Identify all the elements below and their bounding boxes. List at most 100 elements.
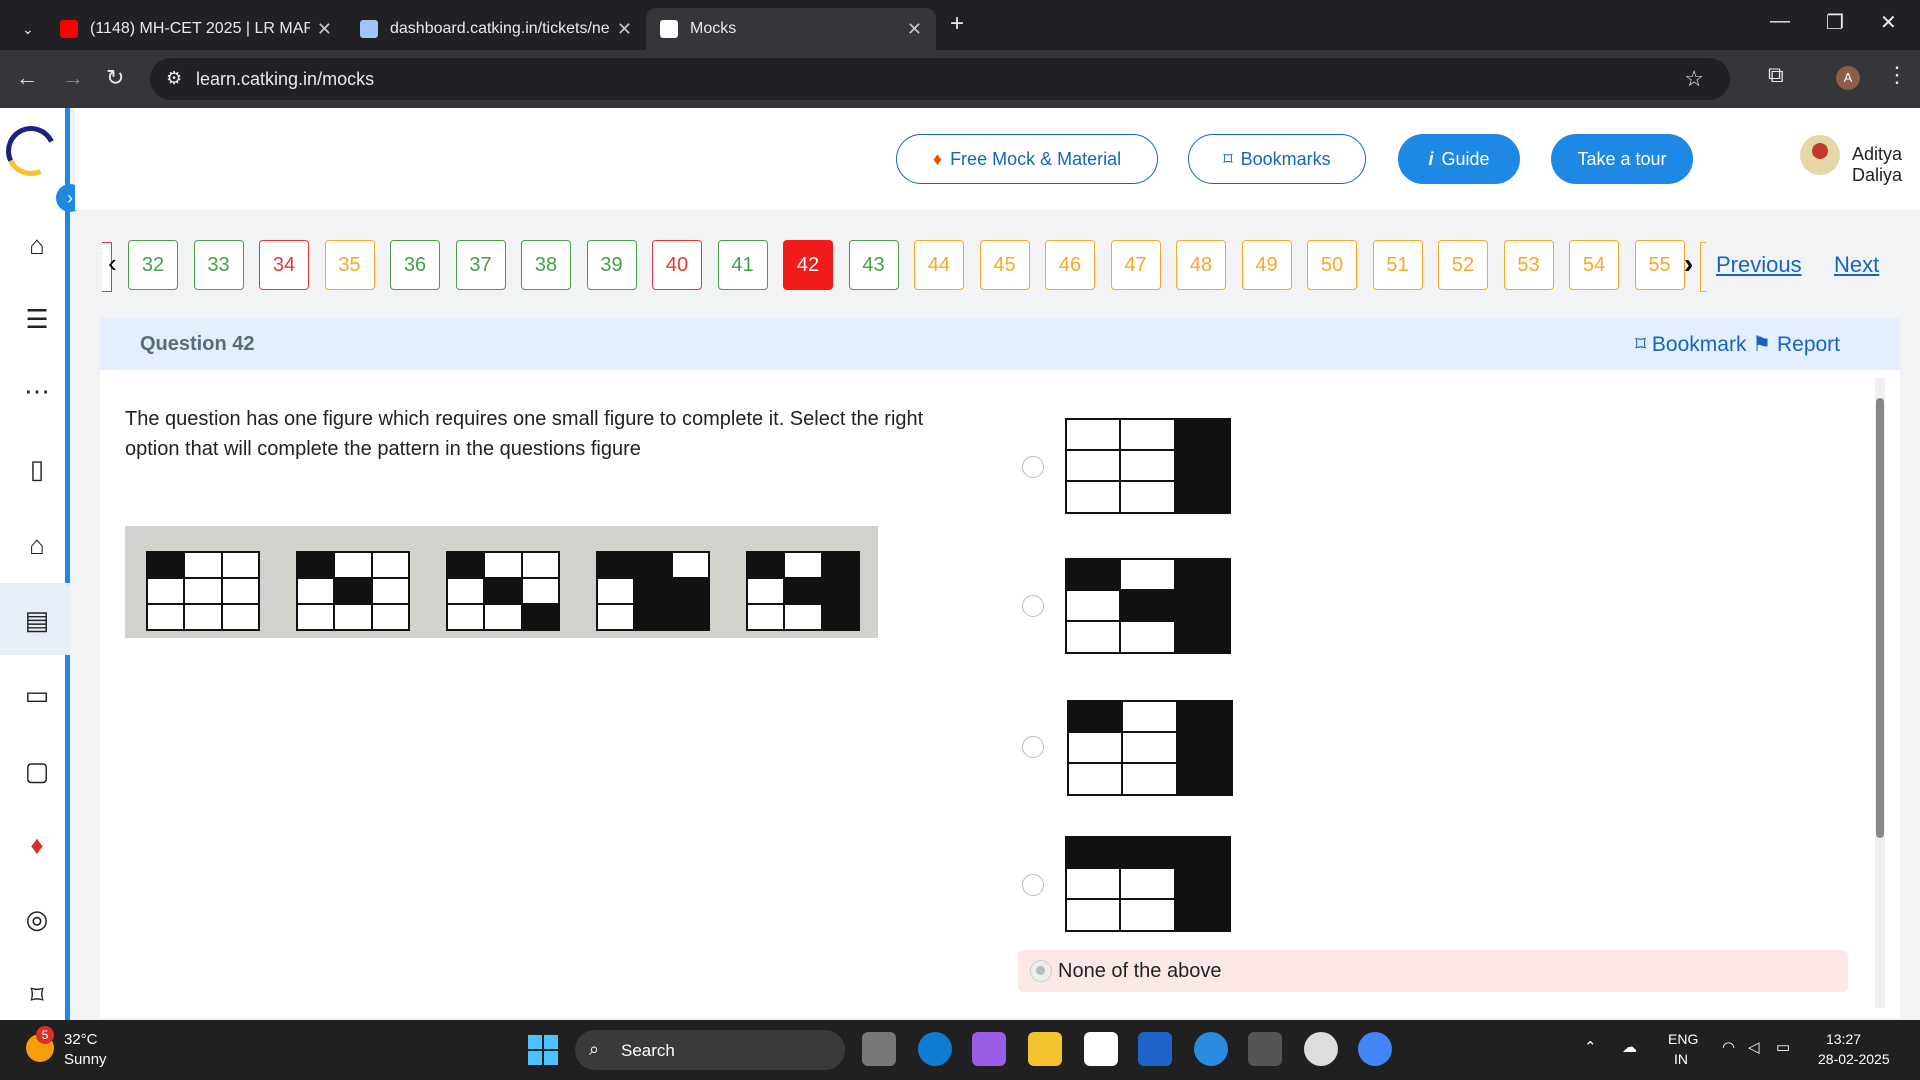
user-name[interactable]: Aditya Daliya [1852, 144, 1920, 186]
windows-start-icon[interactable] [528, 1035, 558, 1065]
question-number-53[interactable]: 53 [1503, 240, 1554, 290]
question-number-47[interactable]: 47 [1110, 240, 1161, 290]
option-c-radio[interactable] [1022, 736, 1044, 758]
question-number-55[interactable]: 55 [1634, 240, 1685, 290]
diya-icon[interactable]: ♦ [22, 830, 52, 860]
tab-youtube[interactable]: (1148) MH-CET 2025 | LR MARA ✕ [46, 8, 346, 50]
language-label[interactable]: ENG [1668, 1031, 1698, 1047]
url-bar[interactable]: ⚙ learn.catking.in/mocks ☆ [150, 58, 1730, 100]
scrollbar-thumb[interactable] [1876, 398, 1884, 838]
option-a-radio[interactable] [1022, 456, 1044, 478]
myhp-icon[interactable] [1138, 1032, 1172, 1066]
bookmarks-button[interactable]: ⌑ Bookmarks [1188, 134, 1366, 184]
option-c-figure[interactable] [1065, 698, 1233, 796]
volume-icon[interactable]: ◁ [1748, 1038, 1760, 1056]
file-explorer-icon[interactable] [1028, 1032, 1062, 1066]
more-icon[interactable]: ⋯ [22, 376, 52, 406]
edge-icon[interactable] [918, 1032, 952, 1066]
question-number-52[interactable]: 52 [1438, 240, 1488, 290]
close-icon[interactable]: ✕ [907, 19, 922, 40]
question-number-44[interactable]: 44 [914, 240, 964, 290]
chevron-up-icon[interactable]: ⌃ [1584, 1038, 1597, 1056]
clock-time[interactable]: 13:27 [1826, 1031, 1861, 1047]
report-link[interactable]: Report [1777, 333, 1840, 356]
help-icon[interactable] [1194, 1032, 1228, 1066]
question-number-33[interactable]: 33 [193, 240, 244, 290]
question-number-36[interactable]: 36 [390, 240, 440, 290]
columns-icon[interactable]: ▯ [22, 454, 52, 484]
question-number-38[interactable]: 38 [521, 240, 571, 290]
question-number-41[interactable]: 41 [717, 240, 768, 290]
question-number-39[interactable]: 39 [586, 240, 637, 290]
region-label[interactable]: IN [1674, 1051, 1688, 1067]
tab-list-button[interactable]: ⌄ [8, 8, 36, 50]
copilot-icon[interactable] [972, 1032, 1006, 1066]
wifi-icon[interactable]: ◠ [1722, 1038, 1735, 1056]
tab-mocks[interactable]: Mocks ✕ [646, 8, 936, 50]
question-number-37[interactable]: 37 [455, 240, 506, 290]
tab-dashboard[interactable]: dashboard.catking.in/tickets/ne ✕ [346, 8, 646, 50]
question-number-40[interactable]: 40 [652, 240, 702, 290]
question-number-42[interactable]: 42 [783, 240, 833, 290]
mocks-icon[interactable]: ▤ [22, 605, 52, 635]
store-icon[interactable] [1084, 1032, 1118, 1066]
reload-button[interactable]: ↻ [106, 65, 124, 91]
chevron-left-icon[interactable]: ‹ [108, 248, 117, 279]
previous-link[interactable]: Previous [1716, 252, 1802, 278]
battery-icon[interactable]: ▭ [1776, 1038, 1790, 1056]
bookmark-icon[interactable]: ⌑ [22, 980, 52, 1010]
clock-date[interactable]: 28-02-2025 [1818, 1051, 1890, 1067]
extensions-icon[interactable]: ⧉ [1768, 62, 1784, 88]
guide-button[interactable]: i Guide [1398, 134, 1520, 184]
ebook-icon[interactable]: ▢ [22, 756, 52, 786]
question-number-32[interactable]: 32 [128, 240, 178, 290]
question-number-51[interactable]: 51 [1372, 240, 1423, 290]
option-d-radio[interactable] [1022, 874, 1044, 896]
graduation-icon[interactable]: ⌂ [22, 530, 52, 560]
clock-icon[interactable] [1304, 1032, 1338, 1066]
weather-desc[interactable]: Sunny [64, 1051, 107, 1068]
question-number-54[interactable]: 54 [1569, 240, 1619, 290]
question-number-48[interactable]: 48 [1176, 240, 1226, 290]
menu-icon[interactable]: ⋮ [1886, 62, 1908, 88]
question-number-45[interactable]: 45 [979, 240, 1030, 290]
forward-button[interactable]: → [62, 65, 84, 91]
onedrive-icon[interactable]: ☁ [1622, 1038, 1637, 1056]
taskbar-search[interactable]: ⌕ Search [575, 1030, 845, 1070]
option-none[interactable]: None of the above [1018, 950, 1848, 992]
chrome-icon[interactable] [1358, 1032, 1392, 1066]
bookmark-link[interactable]: Bookmark [1652, 333, 1747, 356]
free-mock-button[interactable]: ♦ Free Mock & Material [896, 134, 1158, 184]
events-icon[interactable]: ◎ [22, 904, 52, 934]
minimize-button[interactable]: — [1770, 10, 1790, 33]
new-tab-button[interactable]: + [950, 10, 964, 38]
option-d-figure[interactable] [1065, 836, 1231, 932]
avatar[interactable] [1800, 135, 1840, 175]
calculator-icon[interactable] [1248, 1032, 1282, 1066]
close-window-button[interactable]: ✕ [1880, 10, 1897, 35]
weather-temp[interactable]: 32°C [64, 1031, 98, 1048]
close-icon[interactable]: ✕ [617, 19, 632, 40]
back-button[interactable]: ← [16, 65, 38, 91]
option-b-radio[interactable] [1022, 595, 1044, 617]
profile-avatar[interactable]: A [1836, 66, 1860, 90]
question-number-35[interactable]: 35 [324, 240, 375, 290]
scrollbar[interactable] [1875, 378, 1885, 1008]
option-b-figure[interactable] [1065, 558, 1231, 654]
next-link[interactable]: Next [1834, 252, 1879, 278]
restore-button[interactable]: ❐ [1826, 10, 1844, 35]
take-tour-button[interactable]: Take a tour [1551, 134, 1693, 184]
close-icon[interactable]: ✕ [317, 19, 332, 40]
question-number-49[interactable]: 49 [1241, 240, 1292, 290]
question-number-50[interactable]: 50 [1307, 240, 1357, 290]
option-a-figure[interactable] [1065, 418, 1231, 514]
question-number-46[interactable]: 46 [1045, 240, 1095, 290]
option-none-radio[interactable] [1030, 960, 1052, 982]
task-view-icon[interactable] [862, 1032, 896, 1066]
monitor-icon[interactable]: ▭ [22, 680, 52, 710]
question-number-34[interactable]: 34 [259, 240, 309, 290]
chevron-right-icon[interactable]: › [1684, 248, 1693, 280]
site-info-icon[interactable]: ⚙ [166, 68, 182, 89]
question-number-43[interactable]: 43 [848, 240, 899, 290]
list-icon[interactable]: ☰ [22, 304, 52, 334]
